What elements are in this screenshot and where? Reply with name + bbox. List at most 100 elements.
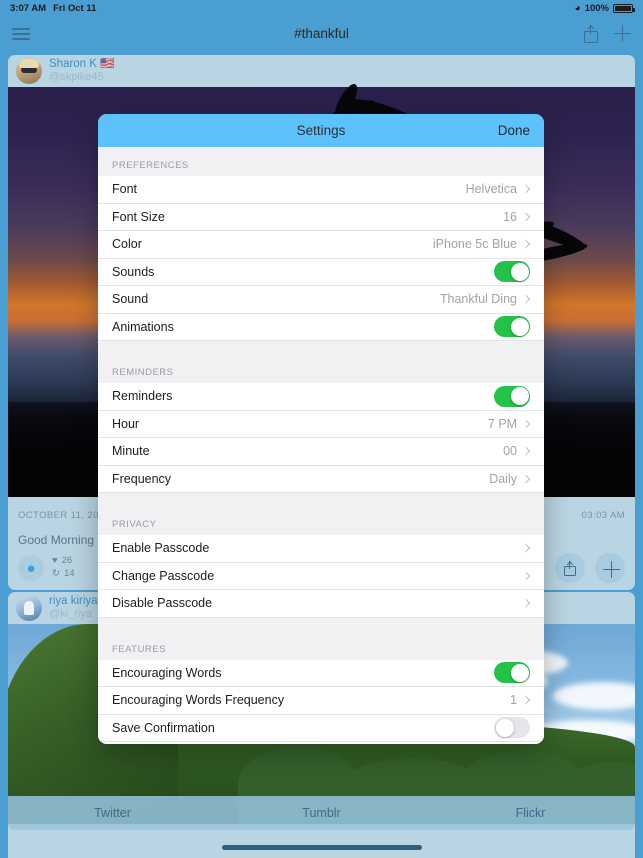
section-header: PREFERENCES: [98, 147, 544, 176]
settings-row-label: Sound: [112, 292, 149, 307]
toggle-knob: [510, 387, 529, 406]
post-actions: [555, 553, 625, 583]
bottom-tab-bar: Twitter Tumblr Flickr: [8, 796, 635, 830]
settings-row-value: Helvetica: [465, 182, 517, 197]
chevron-right-icon: [521, 696, 531, 705]
settings-row-label: Enable Passcode: [112, 541, 210, 556]
settings-row-label: Encouraging Words: [112, 665, 222, 680]
wifi-icon: ◕: [574, 2, 581, 14]
settings-row-accessory: iPhone 5c Blue: [432, 237, 531, 252]
settings-list[interactable]: PREFERENCES Font Helvetica Font Size 16 Color…: [98, 147, 544, 744]
post-date: OCTOBER 11, 2019: [18, 509, 111, 521]
toggle-animations[interactable]: [494, 316, 530, 338]
settings-row-color[interactable]: Color iPhone 5c Blue: [98, 231, 544, 259]
settings-row-save-confirmation[interactable]: Save Confirmation: [98, 714, 544, 742]
settings-row-label: Reminders: [112, 389, 173, 404]
toggle-reminders[interactable]: [494, 385, 530, 407]
plus-icon[interactable]: [595, 553, 625, 583]
settings-row-value: Thankful Ding: [439, 292, 517, 307]
settings-row-accessory: [494, 717, 530, 739]
settings-row-value: 16: [503, 209, 517, 224]
settings-row-accessory: Daily: [489, 472, 531, 486]
post-header: Sharon K 🇺🇸 @skpike45: [8, 55, 635, 87]
settings-row-animations[interactable]: Animations: [98, 313, 544, 341]
settings-row-accessory: [521, 599, 531, 608]
toggle-knob: [510, 317, 529, 336]
status-bar-date: Fri Oct 11: [53, 3, 97, 14]
settings-row-accessory: [521, 571, 531, 580]
settings-row-label: Hour: [112, 416, 140, 431]
nav-bar-actions: [584, 24, 631, 43]
settings-row-sounds[interactable]: Sounds: [98, 258, 544, 286]
settings-row-minute[interactable]: Minute 00: [98, 438, 544, 466]
settings-row-reminders[interactable]: Reminders: [98, 383, 544, 411]
settings-row-change-passcode[interactable]: Change Passcode: [98, 562, 544, 590]
post-stats: ♥ 26 ↻ 14: [52, 555, 75, 581]
settings-row-accessory: [494, 261, 530, 283]
section-gap: [98, 617, 544, 631]
section-header: PRIVACY: [98, 506, 544, 535]
settings-row-accessory: 7 PM: [487, 416, 531, 431]
settings-row-accessory: Thankful Ding: [439, 292, 531, 307]
settings-row-enable-passcode[interactable]: Enable Passcode: [98, 535, 544, 563]
share-icon[interactable]: [555, 553, 585, 583]
settings-row-accessory: 00: [503, 444, 531, 459]
post-display-name: Sharon K 🇺🇸: [49, 58, 115, 71]
settings-row-value: 1: [510, 693, 517, 708]
section-header: FEATURES: [98, 630, 544, 660]
avatar: [16, 595, 42, 621]
settings-row-label: Disable Passcode: [112, 596, 213, 611]
settings-row-font[interactable]: Font Helvetica: [98, 176, 544, 204]
settings-row-value: iPhone 5c Blue: [432, 237, 517, 252]
tab-flickr[interactable]: Flickr: [426, 806, 635, 820]
settings-row-sound[interactable]: Sound Thankful Ding: [98, 286, 544, 314]
section-header: REMINDERS: [98, 354, 544, 383]
settings-row-label: Change Passcode: [112, 568, 215, 583]
retweet-icon: ↻: [52, 568, 60, 579]
settings-row-accessory: [494, 385, 530, 407]
plus-icon[interactable]: [614, 25, 631, 42]
post-like-count: 26: [61, 555, 73, 567]
battery-percent-label: 100%: [584, 3, 609, 14]
twitter-bird-icon: ●: [18, 555, 44, 581]
settings-row-frequency[interactable]: Frequency Daily: [98, 465, 544, 493]
settings-row-accessory: [494, 316, 530, 338]
app-root: 3:07 AM Fri Oct 11 ◕ 100% #thankful Shar…: [0, 0, 643, 858]
toggle-encouraging-words[interactable]: [494, 662, 530, 684]
chevron-right-icon: [521, 295, 531, 304]
settings-row-label: Minute: [112, 444, 150, 459]
toggle-save-confirmation[interactable]: [494, 717, 530, 739]
settings-row-label: Encouraging Words Frequency: [112, 693, 285, 708]
settings-row-label: Animations: [112, 319, 174, 334]
settings-row-encouraging-words[interactable]: Encouraging Words: [98, 659, 544, 687]
settings-row-accessory: [521, 544, 531, 553]
settings-row-value: 00: [503, 444, 517, 459]
section-gap: [98, 493, 544, 506]
tab-twitter[interactable]: Twitter: [8, 806, 217, 820]
post-display-name: riya kiriya: [49, 595, 98, 608]
settings-row-label: Save Confirmation: [112, 720, 215, 735]
settings-row-value: 7 PM: [487, 416, 517, 431]
settings-row-disable-passcode[interactable]: Disable Passcode: [98, 590, 544, 618]
battery-full-icon: [613, 4, 635, 13]
settings-row-label: Color: [112, 237, 142, 252]
settings-row-hour[interactable]: Hour 7 PM: [98, 410, 544, 438]
settings-row-font-size[interactable]: Font Size 16: [98, 203, 544, 231]
chevron-right-icon: [521, 419, 531, 428]
settings-row-accessory: 1: [510, 693, 531, 708]
post-retweet-count: 14: [63, 568, 75, 579]
tab-tumblr[interactable]: Tumblr: [217, 806, 426, 820]
chevron-right-icon: [521, 240, 531, 249]
chevron-right-icon: [521, 212, 531, 221]
settings-row-label: Font Size: [112, 209, 165, 224]
settings-row-encouraging-words-frequency[interactable]: Encouraging Words Frequency 1: [98, 687, 544, 715]
chevron-right-icon: [521, 185, 531, 194]
toggle-sounds[interactable]: [494, 261, 530, 283]
done-button[interactable]: Done: [498, 123, 530, 138]
chevron-right-icon: [521, 447, 531, 456]
page-title: #thankful: [294, 26, 349, 41]
settings-row-accessory: 16: [503, 209, 531, 224]
share-icon[interactable]: [584, 24, 598, 43]
heart-icon: ♥: [52, 555, 58, 567]
hamburger-menu-icon[interactable]: [12, 27, 30, 40]
